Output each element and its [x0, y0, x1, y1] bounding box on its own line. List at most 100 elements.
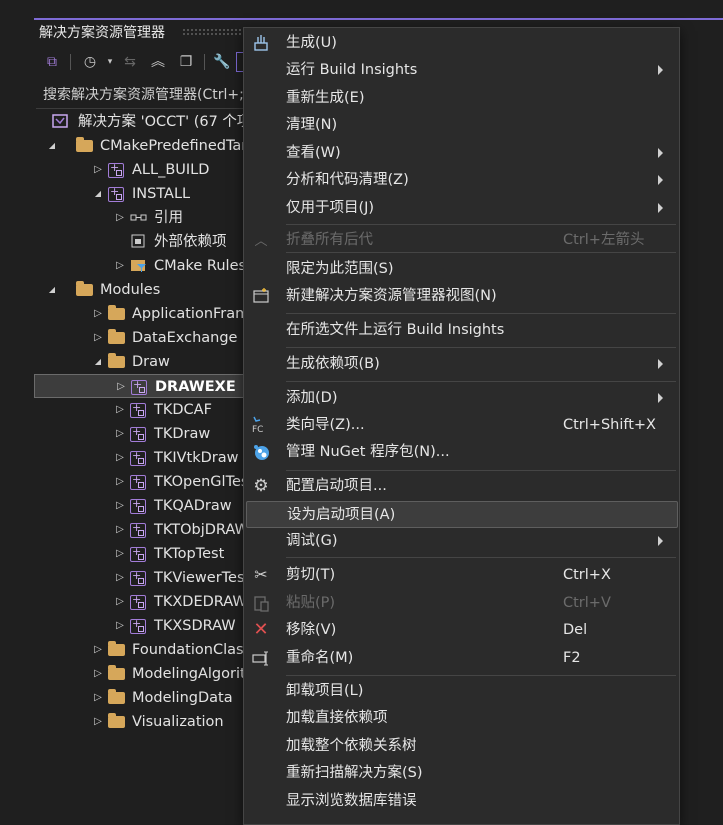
tree-item-draw[interactable]: ◢ Draw — [34, 350, 249, 374]
menu-item-24[interactable]: 加载直接依赖项 — [244, 705, 679, 732]
menu-item-21[interactable]: ✕ 移除(V) Del — [244, 617, 679, 644]
collapsed-arrow-icon[interactable]: ▷ — [114, 402, 126, 418]
menu-item-23[interactable]: 卸载项目(L) — [244, 678, 679, 705]
collapsed-arrow-icon[interactable]: ▷ — [114, 618, 126, 634]
menu-item-8: ︿ 折叠所有后代 Ctrl+左箭头 — [244, 227, 679, 254]
tree-item-visualization[interactable]: ▷ Visualization — [34, 710, 249, 734]
collapsed-arrow-icon[interactable]: ▷ — [114, 210, 126, 226]
remove-icon: ✕ — [253, 619, 269, 640]
expanded-arrow-icon[interactable]: ◢ — [92, 354, 104, 370]
tree-item-tkdcaf[interactable]: ▷ TKDCAF — [34, 398, 249, 422]
menu-item-14[interactable]: FC 类向导(Z)... Ctrl+Shift+X — [244, 412, 679, 439]
menu-item-12[interactable]: 生成依赖项(B) — [244, 351, 679, 378]
tree-item-label: TKIVtkDraw — [154, 450, 239, 466]
tree-item-tkviewertest[interactable]: ▷ TKViewerTest — [34, 566, 250, 590]
tree-item-applicationframework[interactable]: ▷ ApplicationFramework — [34, 302, 293, 326]
menu-item-6[interactable]: 分析和代码清理(Z) — [244, 167, 679, 194]
menu-item-20: 粘贴(P) Ctrl+V — [244, 590, 679, 617]
tree-item-all-build[interactable]: ▷ ALL_BUILD — [34, 158, 249, 182]
collapsed-arrow-icon[interactable]: ▷ — [92, 162, 104, 178]
menu-item-18[interactable]: 调试(G) — [244, 528, 679, 555]
menu-item-label: 新建解决方案资源管理器视图(N) — [286, 288, 497, 304]
expanded-arrow-icon[interactable]: ◢ — [46, 282, 58, 298]
collapsed-arrow-icon[interactable]: ▷ — [114, 474, 126, 490]
menu-item-13[interactable]: 添加(D) — [244, 385, 679, 412]
collapsed-arrow-icon[interactable]: ▷ — [92, 666, 104, 682]
panel-drag-grip[interactable] — [182, 28, 242, 36]
expanded-arrow-icon[interactable]: ◢ — [46, 138, 58, 154]
tree-item-dataexchange[interactable]: ▷ DataExchange — [34, 326, 249, 350]
collapsed-arrow-icon[interactable]: ▷ — [114, 546, 126, 562]
collapsed-arrow-icon[interactable]: ▷ — [115, 379, 127, 395]
search-input[interactable]: 搜索解决方案资源管理器(Ctrl+;) — [43, 85, 249, 105]
collapsed-arrow-icon[interactable]: ▷ — [92, 690, 104, 706]
menu-item-19[interactable]: ✂ 剪切(T) Ctrl+X — [244, 562, 679, 589]
menu-item-22[interactable]: 重命名(M) F2 — [244, 645, 679, 672]
tree-item-tktobjdraw[interactable]: ▷ TKTObjDRAW — [34, 518, 249, 542]
tree-item-tkdraw[interactable]: ▷ TKDraw — [34, 422, 249, 446]
folder-icon — [108, 353, 125, 368]
tree-item-occt-67[interactable]: 解决方案 'OCCT' (67 个项目 — [34, 110, 266, 134]
cpp-project-icon — [130, 401, 146, 418]
collapsed-arrow-icon[interactable]: ▷ — [114, 570, 126, 586]
menu-item-15[interactable]: 管理 NuGet 程序包(N)... — [244, 439, 679, 466]
cpp-project-icon — [130, 521, 146, 538]
menu-item-16[interactable]: ⚙ 配置启动项目... — [244, 473, 679, 500]
sync-icon[interactable]: ⇆ — [120, 52, 140, 72]
tree-item-modelingdata[interactable]: ▷ ModelingData — [34, 686, 249, 710]
menu-item-shortcut: Del — [563, 622, 588, 638]
collapsed-arrow-icon[interactable]: ▷ — [114, 522, 126, 538]
collapsed-arrow-icon[interactable]: ▷ — [114, 594, 126, 610]
tree-item-tkqadraw[interactable]: ▷ TKQADraw — [34, 494, 249, 518]
tree-item-cmakepredefinedtargets[interactable]: ◢ CMakePredefinedTargets — [34, 134, 278, 158]
vs-switch-views-icon[interactable]: ⧉ — [42, 52, 62, 72]
pending-changes-filter-icon[interactable]: ◷ — [80, 52, 100, 72]
tree-item-cmake-rules[interactable]: ▷ CMake Rules — [34, 254, 249, 278]
menu-item-9[interactable]: 限定为此范围(S) — [244, 256, 679, 283]
cpp-project-icon — [108, 161, 124, 178]
tree-item-tkxdedraw[interactable]: ▷ TKXDEDRAW — [34, 590, 249, 614]
tree-item-foundationclasses[interactable]: ▷ FoundationClasses — [34, 638, 268, 662]
menu-item-4[interactable]: 清理(N) — [244, 112, 679, 139]
menu-item-7[interactable]: 仅用于项目(J) — [244, 195, 679, 222]
menu-item-5[interactable]: 查看(W) — [244, 140, 679, 167]
menu-item-3[interactable]: 重新生成(E) — [244, 85, 679, 112]
tree-item-tkxsdraw[interactable]: ▷ TKXSDRAW — [34, 614, 249, 638]
menu-separator — [286, 224, 676, 225]
collapsed-arrow-icon[interactable]: ▷ — [114, 498, 126, 514]
menu-item-11[interactable]: 在所选文件上运行 Build Insights — [244, 317, 679, 344]
tree-item-label: TKXDEDRAW — [154, 594, 247, 610]
menu-item-27[interactable]: 显示浏览数据库错误 — [244, 788, 679, 815]
tree-item-tktoptest[interactable]: ▷ TKTopTest — [34, 542, 249, 566]
tree-item-modules[interactable]: ◢ Modules — [34, 278, 249, 302]
submenu-arrow-icon — [658, 393, 663, 403]
collapsed-arrow-icon[interactable]: ▷ — [114, 450, 126, 466]
collapsed-arrow-icon[interactable]: ▷ — [92, 714, 104, 730]
collapsed-arrow-icon[interactable]: ▷ — [92, 306, 104, 322]
tree-item-install[interactable]: ◢ INSTALL — [34, 182, 249, 206]
tree-item-[interactable]: 外部依赖项 — [34, 230, 249, 254]
tree-item-drawexe[interactable]: ▷ DRAWEXE — [34, 374, 250, 398]
tree-item-modelingalgorithms[interactable]: ▷ ModelingAlgorithms — [34, 662, 277, 686]
menu-item-25[interactable]: 加载整个依赖关系树 — [244, 733, 679, 760]
menu-item-1[interactable]: 生成(U) — [244, 30, 679, 57]
tree-item-[interactable]: ▷ 引用 — [34, 206, 249, 230]
show-all-files-icon[interactable]: ❐ — [176, 52, 196, 72]
menu-item-17[interactable]: 设为启动项目(A) — [246, 501, 678, 528]
chevron-down-icon[interactable]: ▾ — [100, 52, 120, 72]
collapsed-arrow-icon[interactable]: ▷ — [114, 426, 126, 442]
menu-item-10[interactable]: 新建解决方案资源管理器视图(N) — [244, 283, 679, 310]
tree-item-tkivtkdraw[interactable]: ▷ TKIVtkDraw — [34, 446, 249, 470]
expanded-arrow-icon[interactable]: ◢ — [92, 186, 104, 202]
collapsed-arrow-icon[interactable]: ▷ — [114, 258, 126, 274]
new-view-icon — [252, 287, 270, 305]
menu-item-label: 粘贴(P) — [286, 595, 336, 611]
properties-wrench-icon[interactable]: 🔧 — [212, 52, 232, 72]
menu-item-26[interactable]: 重新扫描解决方案(S) — [244, 760, 679, 787]
collapsed-arrow-icon[interactable]: ▷ — [92, 330, 104, 346]
filter-folder-icon — [130, 257, 148, 273]
collapsed-arrow-icon[interactable]: ▷ — [92, 642, 104, 658]
collapse-all-icon[interactable]: ︽ — [148, 52, 168, 72]
menu-item-2[interactable]: 运行 Build Insights — [244, 57, 679, 84]
tree-item-tkopengltest[interactable]: ▷ TKOpenGlTest — [34, 470, 254, 494]
